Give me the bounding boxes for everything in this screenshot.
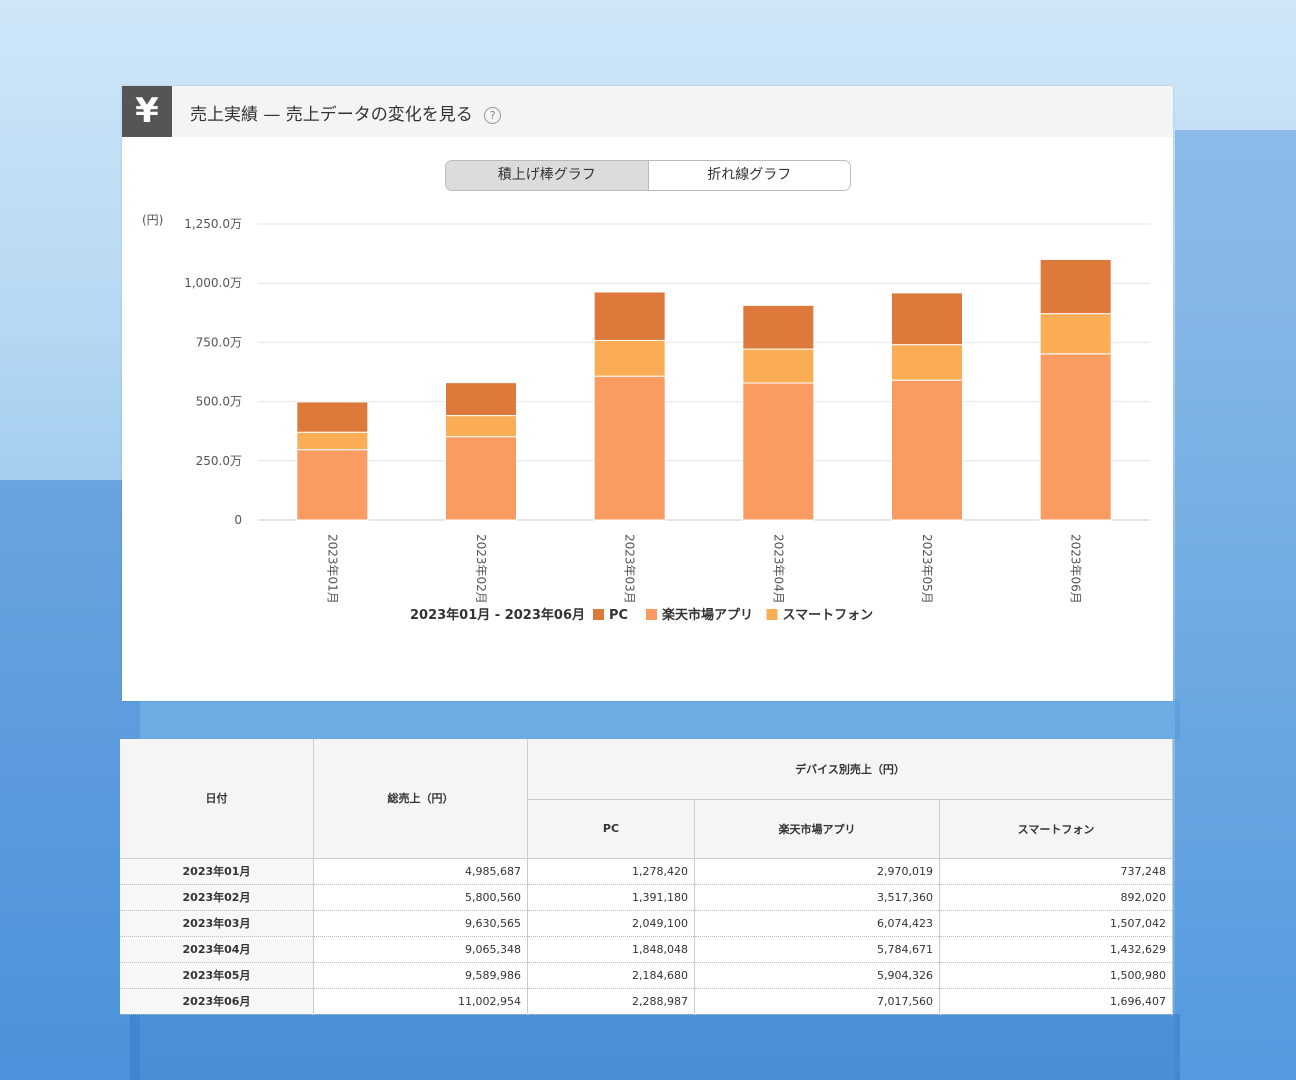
header-device-group: デバイス別売上（円） bbox=[527, 739, 1173, 800]
legend-label: PC bbox=[609, 608, 628, 623]
x-tick-label: 2023年05月 bbox=[920, 534, 934, 604]
y-tick-label: 1,250.0万 bbox=[184, 217, 242, 231]
row-pc: 2,049,100 bbox=[527, 910, 695, 937]
sales-table: 日付 総売上（円） デバイス別売上（円） PC 楽天市場アプリ スマートフォン … bbox=[120, 739, 1173, 1015]
x-tick-label: 2023年06月 bbox=[1069, 534, 1083, 604]
y-unit-label: (円) bbox=[142, 213, 163, 227]
x-tick-label: 2023年04月 bbox=[771, 534, 785, 604]
table-row: 2023年04月 9,065,348 1,848,048 5,784,671 1… bbox=[120, 936, 1173, 963]
row-app: 2,970,019 bbox=[694, 858, 940, 885]
row-pc: 2,184,680 bbox=[527, 962, 695, 989]
row-date: 2023年06月 bbox=[120, 988, 314, 1015]
row-date: 2023年04月 bbox=[120, 936, 314, 963]
legend-swatch bbox=[646, 609, 657, 620]
chart-type-toggle: 積上げ棒グラフ 折れ線グラフ bbox=[445, 160, 851, 191]
row-total: 9,589,986 bbox=[313, 962, 528, 989]
legend-label: スマートフォン bbox=[783, 608, 874, 623]
bar-segment bbox=[296, 431, 369, 451]
background-building bbox=[140, 700, 1180, 739]
row-app: 5,904,326 bbox=[694, 962, 940, 989]
row-pc: 1,278,420 bbox=[527, 858, 695, 885]
y-tick-label: 500.0万 bbox=[196, 395, 242, 409]
yen-icon: ¥ bbox=[122, 86, 172, 137]
bar-segment bbox=[296, 449, 369, 521]
panel-header: ¥ 売上実績 — 売上データの変化を見る ? bbox=[122, 86, 1173, 137]
bar-segment bbox=[593, 291, 666, 341]
row-app: 7,017,560 bbox=[694, 988, 940, 1015]
legend-swatch bbox=[593, 609, 604, 620]
bar-segment bbox=[891, 344, 963, 381]
row-smartphone: 1,696,407 bbox=[939, 988, 1173, 1015]
bar-segment bbox=[1039, 313, 1112, 355]
row-smartphone: 1,432,629 bbox=[939, 936, 1173, 963]
header-smartphone: スマートフォン bbox=[939, 799, 1173, 859]
row-total: 5,800,560 bbox=[313, 884, 528, 911]
row-pc: 1,391,180 bbox=[527, 884, 695, 911]
bar-segment bbox=[445, 436, 517, 521]
row-total: 9,065,348 bbox=[313, 936, 528, 963]
background-building bbox=[0, 480, 140, 1080]
header-total: 総売上（円） bbox=[313, 739, 528, 859]
table-row: 2023年02月 5,800,560 1,391,180 3,517,360 8… bbox=[120, 884, 1173, 911]
help-icon[interactable]: ? bbox=[484, 107, 502, 124]
row-smartphone: 737,248 bbox=[939, 858, 1173, 885]
row-app: 5,784,671 bbox=[694, 936, 940, 963]
row-date: 2023年03月 bbox=[120, 910, 314, 937]
row-total: 9,630,565 bbox=[313, 910, 528, 937]
table-row: 2023年06月 11,002,954 2,288,987 7,017,560 … bbox=[120, 988, 1173, 1015]
stacked-bar-chart: (円) 0 250.0万 500.0万 750.0万 1,000.0万 1,250.0万 20… bbox=[142, 213, 1150, 623]
bar-segment bbox=[296, 401, 369, 433]
bar-segment bbox=[1039, 353, 1112, 521]
row-smartphone: 1,500,980 bbox=[939, 962, 1173, 989]
row-pc: 2,288,987 bbox=[527, 988, 695, 1015]
bar-segment bbox=[593, 375, 666, 521]
tab-stacked-bar[interactable]: 積上げ棒グラフ bbox=[446, 161, 649, 190]
header-pc: PC bbox=[527, 799, 695, 859]
row-total: 11,002,954 bbox=[313, 988, 528, 1015]
row-pc: 1,848,048 bbox=[527, 936, 695, 963]
bar-segment bbox=[445, 382, 517, 417]
header-date: 日付 bbox=[120, 739, 314, 859]
sales-panel: ¥ 売上実績 — 売上データの変化を見る ? 積上げ棒グラフ 折れ線グラフ (円… bbox=[122, 86, 1173, 701]
y-tick-label: 0 bbox=[234, 513, 242, 527]
row-date: 2023年01月 bbox=[120, 858, 314, 885]
bar-segment bbox=[742, 348, 815, 384]
bar-segment bbox=[742, 382, 815, 521]
table-row: 2023年05月 9,589,986 2,184,680 5,904,326 1… bbox=[120, 962, 1173, 989]
date-range-label: 2023年01月 - 2023年06月 bbox=[410, 607, 585, 623]
legend-label: 楽天市場アプリ bbox=[661, 607, 753, 623]
row-date: 2023年05月 bbox=[120, 962, 314, 989]
table-row: 2023年01月 4,985,687 1,278,420 2,970,019 7… bbox=[120, 858, 1173, 885]
bar-segment bbox=[593, 339, 666, 377]
row-smartphone: 892,020 bbox=[939, 884, 1173, 911]
x-tick-label: 2023年02月 bbox=[474, 534, 488, 604]
bar-segment bbox=[891, 292, 963, 346]
row-date: 2023年02月 bbox=[120, 884, 314, 911]
x-tick-label: 2023年03月 bbox=[623, 534, 637, 604]
background-building bbox=[130, 1014, 1180, 1080]
row-total: 4,985,687 bbox=[313, 858, 528, 885]
tab-line-graph[interactable]: 折れ線グラフ bbox=[648, 161, 850, 190]
y-tick-label: 750.0万 bbox=[196, 335, 242, 349]
bar-segment bbox=[445, 415, 517, 438]
bar-segment bbox=[742, 304, 815, 350]
row-app: 3,517,360 bbox=[694, 884, 940, 911]
bar-segment bbox=[1039, 258, 1112, 315]
table-row: 2023年03月 9,630,565 2,049,100 6,074,423 1… bbox=[120, 910, 1173, 937]
legend-swatch bbox=[766, 609, 778, 620]
header-app: 楽天市場アプリ bbox=[694, 799, 940, 859]
panel-title: 売上実績 — 売上データの変化を見る bbox=[190, 105, 473, 125]
row-smartphone: 1,507,042 bbox=[939, 910, 1173, 937]
y-tick-label: 250.0万 bbox=[196, 454, 242, 468]
sales-table-container: 日付 総売上（円） デバイス別売上（円） PC 楽天市場アプリ スマートフォン … bbox=[120, 739, 1173, 1015]
background-building bbox=[1175, 130, 1296, 1080]
bar-segment bbox=[891, 379, 963, 521]
row-app: 6,074,423 bbox=[694, 910, 940, 937]
y-tick-label: 1,000.0万 bbox=[184, 276, 242, 290]
x-tick-label: 2023年01月 bbox=[325, 534, 339, 604]
